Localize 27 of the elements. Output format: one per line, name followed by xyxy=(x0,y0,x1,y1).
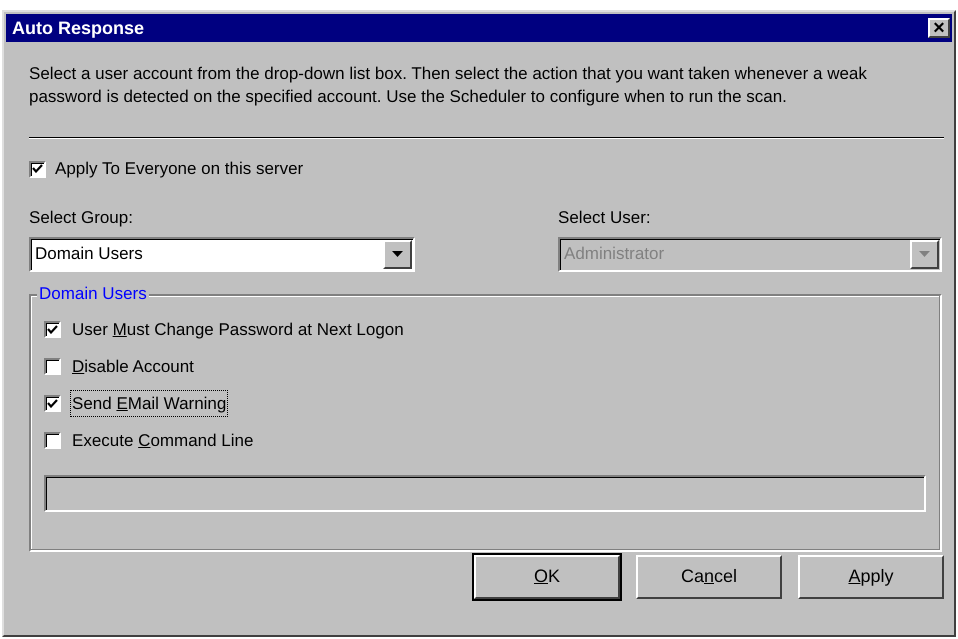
checkbox[interactable] xyxy=(44,321,61,338)
select-group-label: Select Group: xyxy=(29,207,134,229)
checkbox-label: User Must Change Password at Next Logon xyxy=(71,318,405,341)
checkbox-label: Disable Account xyxy=(71,356,195,378)
checkbox-label: Apply To Everyone on this server xyxy=(55,158,304,180)
dropdown-arrow-button[interactable] xyxy=(383,240,412,268)
group-dropdown[interactable]: Domain Users xyxy=(29,236,415,272)
checkbox[interactable] xyxy=(44,395,61,412)
checkmark-icon xyxy=(47,398,58,408)
dropdown-value: Domain Users xyxy=(34,243,144,266)
close-button[interactable]: × xyxy=(928,18,950,38)
checkbox[interactable] xyxy=(29,160,46,178)
checkbox[interactable] xyxy=(44,432,61,449)
checkmark-icon xyxy=(47,324,58,334)
dropdown-value: Administrator xyxy=(563,243,666,266)
checkbox-label: Send EMail Warning xyxy=(70,390,228,418)
dialog-button[interactable]: Cancel xyxy=(636,554,782,598)
dialog-button[interactable]: Apply xyxy=(798,554,944,598)
caret-icon xyxy=(392,251,403,257)
description-text: Select a user account from the drop-down list box. Then select the action that you want taken whenever a weak password is detected on the specified account. Use the Scheduler to configure when to run the scan. xyxy=(29,63,868,108)
select-user-label: Select User: xyxy=(558,207,652,229)
checkbox[interactable] xyxy=(44,358,61,375)
caret-icon xyxy=(919,251,930,257)
checkmark-icon xyxy=(32,164,43,174)
checkbox-label: Execute Command Line xyxy=(71,430,254,452)
dialog-button[interactable]: OK xyxy=(474,554,620,598)
window-title: Auto Response xyxy=(12,16,144,40)
